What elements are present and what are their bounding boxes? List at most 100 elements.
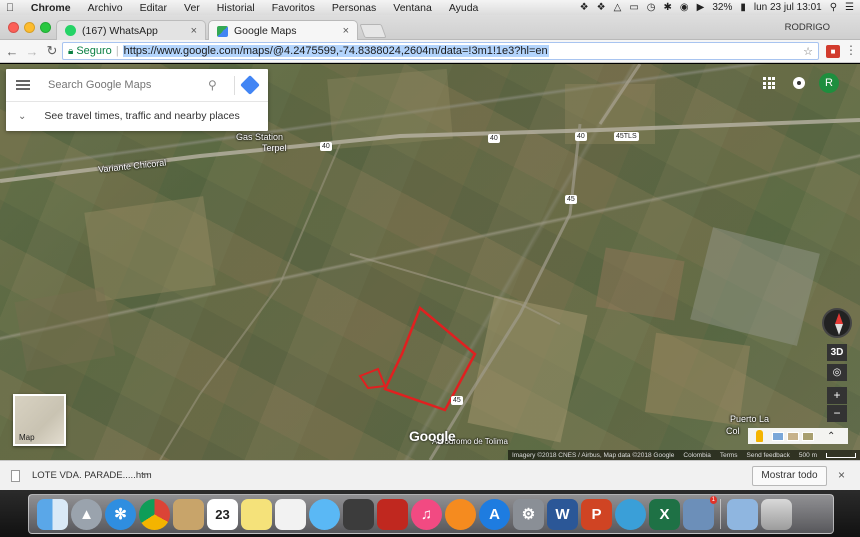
app-store-icon[interactable]: A — [479, 498, 510, 530]
menu-favoritos[interactable]: Favoritos — [272, 2, 315, 14]
time-machine-icon[interactable]: ◷ — [647, 2, 656, 13]
extension-icon[interactable]: ■ — [826, 45, 840, 58]
my-location-icon[interactable]: ◎ — [827, 364, 847, 381]
expand-up-icon[interactable]: ⌃ — [827, 431, 835, 442]
show-all-button[interactable]: Mostrar todo — [752, 466, 827, 486]
photo-thumbnail[interactable] — [787, 431, 799, 441]
word-icon[interactable]: W — [547, 498, 578, 530]
directions-icon[interactable] — [240, 75, 260, 95]
country-label[interactable]: Colombia — [683, 452, 710, 459]
menu-app-name[interactable]: Chrome — [31, 2, 71, 14]
photo-thumbnail[interactable] — [802, 431, 814, 441]
menu-historial[interactable]: Historial — [217, 2, 255, 14]
messages-icon[interactable] — [309, 498, 340, 530]
wifi-icon[interactable]: ◉ — [680, 2, 689, 13]
tilt-3d-button[interactable]: 3D — [827, 344, 847, 361]
url-text[interactable]: https://www.google.com/maps/@4.2475599,-… — [122, 45, 549, 57]
excel-icon[interactable]: X — [649, 498, 680, 530]
clock[interactable]: lun 23 jul 13:01 — [754, 2, 822, 13]
file-icon[interactable] — [11, 470, 20, 482]
close-icon[interactable]: × — [343, 25, 349, 37]
bookmark-star-icon[interactable]: ☆ — [803, 45, 813, 58]
facetime-icon[interactable] — [343, 498, 374, 530]
chrome-menu-icon[interactable]: ⋮ — [845, 43, 857, 57]
menu-personas[interactable]: Personas — [332, 2, 376, 14]
close-icon[interactable]: × — [191, 25, 197, 37]
apple-icon[interactable]:  — [6, 2, 14, 14]
pegman-icon[interactable] — [756, 430, 763, 442]
whatsapp-icon — [65, 25, 76, 36]
zoom-out-button[interactable]: − — [827, 405, 847, 422]
new-tab-button[interactable] — [359, 24, 387, 38]
battery-percent[interactable]: 32% — [712, 2, 732, 13]
layer-switcher[interactable]: Map — [13, 394, 66, 446]
download-options-icon[interactable]: ··· — [142, 469, 152, 480]
dropbox-sync-icon[interactable]: ❖ — [597, 2, 606, 13]
feedback-link[interactable]: Send feedback — [747, 452, 790, 459]
satellite-map[interactable]: Gas Station Terpel Variante Chicoral Pue… — [0, 64, 860, 460]
travel-times-label[interactable]: See travel times, traffic and nearby pla… — [44, 110, 239, 122]
terms-link[interactable]: Terms — [720, 452, 738, 459]
travel-times-row[interactable]: ⌄ See travel times, traffic and nearby p… — [6, 102, 268, 130]
notifications-icon[interactable] — [793, 77, 805, 89]
menu-icon[interactable] — [16, 78, 30, 92]
user-avatar[interactable]: R — [819, 73, 839, 93]
itunes-icon[interactable]: ♫ — [411, 498, 442, 530]
trash-icon[interactable] — [761, 498, 792, 530]
apps-grid-icon[interactable] — [763, 77, 775, 89]
tab-google-maps[interactable]: Google Maps × — [208, 20, 358, 41]
photo-thumbnail[interactable] — [772, 431, 784, 441]
safari-icon[interactable]: ✻ — [105, 498, 136, 530]
map-label-terpel[interactable]: Terpel — [262, 143, 287, 153]
ibooks-icon[interactable] — [445, 498, 476, 530]
preview-icon[interactable]: 1 — [683, 495, 717, 530]
zoom-window-button[interactable] — [40, 22, 51, 33]
close-icon[interactable]: × — [838, 468, 845, 482]
map-label-puerto[interactable]: Puerto La — [730, 414, 769, 424]
address-bar[interactable]: 🔒︎ Seguro | https://www.google.com/maps/… — [62, 42, 819, 60]
map-label-gas-station[interactable]: Gas Station — [236, 132, 283, 142]
menu-ver[interactable]: Ver — [184, 2, 200, 14]
calendar-icon[interactable]: 23 — [207, 498, 238, 530]
close-window-button[interactable] — [8, 22, 19, 33]
spotlight-icon[interactable]: ⚲ — [830, 2, 837, 13]
notes-icon[interactable] — [241, 498, 272, 530]
secure-label[interactable]: Seguro — [76, 45, 111, 57]
chevron-down-icon[interactable]: ⌄ — [18, 111, 26, 122]
powerpoint-icon[interactable]: P — [581, 498, 612, 530]
downloads-folder-icon[interactable] — [727, 498, 758, 530]
lock-icon[interactable]: 🔒︎ — [68, 46, 73, 57]
tab-whatsapp[interactable]: (167) WhatsApp × — [56, 20, 206, 40]
chrome-icon[interactable] — [139, 498, 170, 530]
map-label-col[interactable]: Col — [726, 426, 740, 436]
network-icon[interactable] — [615, 498, 646, 530]
battery-icon[interactable]: ▮ — [740, 2, 746, 13]
profile-button[interactable]: RODRIGO — [785, 22, 830, 33]
search-input[interactable] — [48, 79, 203, 91]
launchpad-icon[interactable]: ▲ — [71, 498, 102, 530]
reminders-icon[interactable] — [275, 498, 306, 530]
menu-ayuda[interactable]: Ayuda — [449, 2, 479, 14]
menu-ventana[interactable]: Ventana — [393, 2, 432, 14]
photo-booth-icon[interactable] — [377, 498, 408, 530]
search-icon[interactable]: ⚲ — [208, 78, 217, 92]
scale-label[interactable]: 500 m — [799, 452, 817, 459]
compass-icon[interactable] — [822, 308, 852, 338]
dropbox-icon[interactable]: ❖ — [580, 2, 589, 13]
system-preferences-icon[interactable]: ⚙ — [513, 498, 544, 530]
download-file-name[interactable]: LOTE VDA. PARADE.....htm — [32, 470, 152, 481]
volume-icon[interactable]: ▶ — [697, 2, 705, 13]
airplay-icon[interactable]: ▭ — [629, 2, 638, 13]
zoom-in-button[interactable]: + — [827, 387, 847, 404]
contacts-icon[interactable] — [173, 498, 204, 530]
reload-icon[interactable]: ↻ — [44, 43, 60, 59]
notification-center-icon[interactable]: ☰ — [845, 2, 854, 13]
menu-editar[interactable]: Editar — [140, 2, 167, 14]
finder-icon[interactable] — [37, 498, 68, 530]
bluetooth-icon[interactable]: ✱ — [664, 2, 672, 13]
forward-arrow-icon[interactable]: → — [24, 44, 40, 59]
menu-archivo[interactable]: Archivo — [88, 2, 123, 14]
back-arrow-icon[interactable]: ← — [4, 44, 20, 59]
drive-icon[interactable]: △ — [614, 2, 622, 13]
minimize-window-button[interactable] — [24, 22, 35, 33]
